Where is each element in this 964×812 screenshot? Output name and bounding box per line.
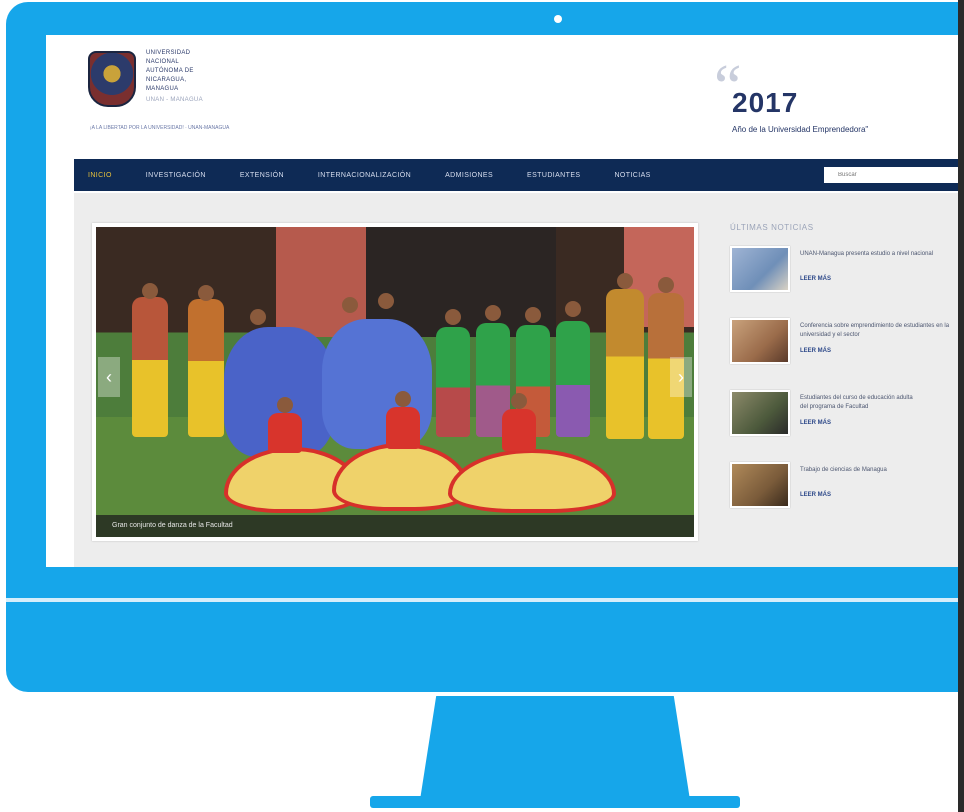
news-title[interactable]: Trabajo de ciencias de Managua (800, 466, 964, 475)
header-tagline: ¡A LA LIBERTAD POR LA UNIVERSIDAD! · UNA… (90, 125, 230, 131)
nav-item-estudiantes[interactable]: ESTUDIANTES (527, 172, 580, 179)
news-title-line: Conferencia sobre emprendimiento de estu… (800, 323, 950, 329)
monitor-frame: UNIVERSIDAD NACIONAL AUTÓNOMA DE NICARAG… (6, 2, 964, 692)
edge-shadow (958, 0, 964, 812)
dancer-figure (188, 299, 224, 437)
dancer-figure (386, 407, 420, 449)
dancer-figure (268, 413, 302, 453)
nav-item-admisiones[interactable]: ADMISIONES (445, 172, 493, 179)
monitor-stand (420, 696, 690, 800)
university-name[interactable]: UNIVERSIDAD NACIONAL AUTÓNOMA DE NICARAG… (146, 49, 256, 105)
slide-caption-bar: Gran conjunto de danza de la Facultad (96, 515, 694, 537)
dancer-head (142, 283, 158, 299)
news-title[interactable]: UNAN-Managua presenta estudio a nivel na… (800, 250, 964, 259)
news-title[interactable]: Conferencia sobre emprendimiento de estu… (800, 322, 964, 340)
dancer-figure (436, 327, 470, 437)
read-more-link[interactable]: LEER MÁS (800, 420, 831, 426)
news-item[interactable]: Conferencia sobre emprendimiento de estu… (730, 318, 964, 390)
news-title[interactable]: Estudiantes del curso de educación adult… (800, 394, 964, 412)
image-slider: ‹ › Gran conjunto de danza de la Faculta… (92, 223, 698, 541)
dancer-figure (132, 297, 168, 437)
university-name-line: NACIONAL (146, 59, 180, 65)
slider-next-button[interactable]: › (670, 357, 692, 397)
dancer-head (617, 273, 633, 289)
site-header: UNIVERSIDAD NACIONAL AUTÓNOMA DE NICARAG… (46, 35, 964, 155)
dancer-head (250, 309, 266, 325)
news-item[interactable]: UNAN-Managua presenta estudio a nivel na… (730, 246, 964, 318)
dancer-head (525, 307, 541, 323)
nav-item-investigacion[interactable]: INVESTIGACIÓN (146, 172, 206, 179)
slide-caption: Gran conjunto de danza de la Facultad (112, 522, 233, 529)
dancer-head (277, 397, 293, 413)
nav-item-extension[interactable]: EXTENSIÓN (240, 172, 284, 179)
year-title: 2017 (732, 87, 799, 118)
university-crest-logo[interactable] (88, 51, 136, 107)
university-name-line: NICARAGUA, (146, 77, 187, 83)
news-title-line: universidad y el sector (800, 332, 860, 338)
dancer-figure (606, 289, 644, 439)
university-name-line: UNIVERSIDAD (146, 50, 191, 56)
news-thumbnail[interactable] (730, 318, 790, 364)
monitor-stand-base (370, 796, 740, 808)
year-subtitle: Año de la Universidad Emprendedora" (732, 125, 869, 134)
news-title-line: del programa de Facultad (800, 404, 869, 410)
main-content: ‹ › Gran conjunto de danza de la Faculta… (74, 193, 964, 567)
dancer-head (565, 301, 581, 317)
nav-item-internacionalizacion[interactable]: INTERNACIONALIZACIÓN (318, 172, 411, 179)
camera-dot (554, 15, 562, 23)
nav-item-inicio[interactable]: INICIO (88, 172, 112, 179)
university-name-line: MANAGUA (146, 86, 179, 92)
search-input[interactable] (824, 167, 964, 183)
dancer-head (198, 285, 214, 301)
dancer-head (445, 309, 461, 325)
monitor-screen: UNIVERSIDAD NACIONAL AUTÓNOMA DE NICARAG… (46, 35, 964, 567)
dancer-head (378, 293, 394, 309)
nav-item-noticias[interactable]: NOTICIAS (614, 172, 650, 179)
university-name-line: AUTÓNOMA DE (146, 68, 194, 74)
dancer-head (658, 277, 674, 293)
dancer-head (485, 305, 501, 321)
slider-prev-button[interactable]: ‹ (98, 357, 120, 397)
dancer-head (342, 297, 358, 313)
news-thumbnail[interactable] (730, 390, 790, 436)
sidebar-title: ÚLTIMAS NOTICIAS (730, 223, 814, 232)
dancer-figure (556, 321, 590, 437)
read-more-link[interactable]: LEER MÁS (800, 276, 831, 282)
dancer-head (395, 391, 411, 407)
dancer-figure (502, 409, 536, 451)
news-thumbnail[interactable] (730, 246, 790, 292)
slide-photo[interactable]: ‹ › Gran conjunto de danza de la Faculta… (96, 227, 694, 537)
news-thumbnail[interactable] (730, 462, 790, 508)
monitor-chin-divider (6, 598, 964, 602)
news-sidebar: ÚLTIMAS NOTICIAS UNAN-Managua presenta e… (730, 223, 964, 534)
news-item[interactable]: Estudiantes del curso de educación adult… (730, 390, 964, 462)
dancer-head (511, 393, 527, 409)
university-acronym: UNAN - MANAGUA (146, 97, 203, 103)
news-item[interactable]: Trabajo de ciencias de Managua LEER MÁS (730, 462, 964, 534)
read-more-link[interactable]: LEER MÁS (800, 348, 831, 354)
read-more-link[interactable]: LEER MÁS (800, 492, 831, 498)
news-title-line: Estudiantes del curso de educación adult… (800, 395, 913, 401)
main-nav: INICIO INVESTIGACIÓN EXTENSIÓN INTERNACI… (74, 159, 964, 191)
